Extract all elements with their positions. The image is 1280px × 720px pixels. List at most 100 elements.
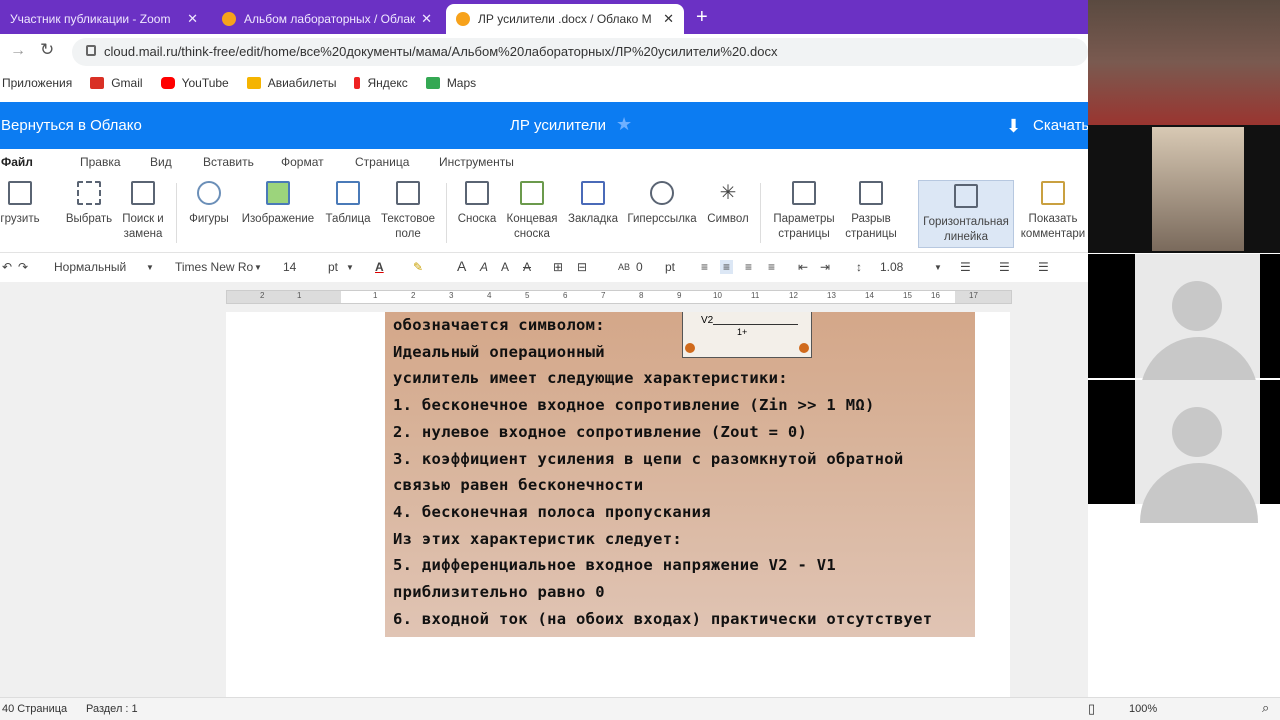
slide-text-line: усилитель имеет следующие характеристики… bbox=[393, 369, 788, 387]
browser-tab-active[interactable]: ЛР усилители .docx / Облако М ✕ bbox=[446, 4, 684, 34]
forward-icon[interactable]: → bbox=[10, 42, 26, 60]
back-to-cloud-link[interactable]: Вернуться в Облако bbox=[1, 117, 142, 134]
zoom-icon[interactable]: ⌕ bbox=[1262, 700, 1269, 716]
undo-icon[interactable]: ↶ bbox=[2, 260, 12, 274]
ribbon-label: Гиперссылка bbox=[627, 213, 697, 225]
style-select[interactable]: Нормальный bbox=[54, 260, 126, 274]
grow-font-icon[interactable]: A bbox=[457, 258, 466, 274]
menu-insert[interactable]: Вставить bbox=[203, 155, 254, 169]
zoom-level[interactable]: 100% bbox=[1129, 703, 1157, 715]
symbol-button[interactable]: ✳ Символ bbox=[704, 181, 752, 227]
bookmark-button[interactable]: Закладка bbox=[566, 181, 620, 227]
font-color-icon[interactable]: A bbox=[375, 260, 384, 274]
embedded-slide-image[interactable]: V2 1+ обозначается символом: Идеальный о… bbox=[385, 312, 975, 637]
document-page[interactable]: V2 1+ обозначается символом: Идеальный о… bbox=[226, 312, 1010, 697]
browser-tab[interactable]: Участник публикации - Zoom ✕ bbox=[0, 4, 208, 34]
line-spacing-select[interactable]: 1.08 bbox=[880, 260, 903, 274]
align-left-icon[interactable]: ≡ bbox=[701, 260, 708, 274]
justify-icon[interactable]: ≡ bbox=[768, 260, 775, 274]
highlight-icon[interactable]: ✎ bbox=[413, 260, 423, 274]
shapes-button[interactable]: Фигуры bbox=[184, 181, 234, 227]
line-spacing-icon: ↕ bbox=[856, 260, 862, 274]
reload-icon[interactable]: ↻ bbox=[40, 40, 54, 60]
browser-tab[interactable]: Альбом лабораторных / Облак ✕ bbox=[212, 4, 442, 34]
menu-edit[interactable]: Правка bbox=[80, 155, 121, 169]
page-settings-button[interactable]: Параметры страницы bbox=[768, 181, 840, 242]
indent-increase-icon[interactable]: ⇥ bbox=[820, 260, 830, 274]
chevron-down-icon[interactable]: ▼ bbox=[254, 263, 262, 272]
font-select[interactable]: Times New Ro bbox=[175, 260, 253, 274]
ribbon-label: Текстовое поле bbox=[381, 213, 435, 240]
clear-format-icon[interactable]: A bbox=[501, 260, 509, 274]
ribbon-label: Показать комментари bbox=[1020, 213, 1086, 240]
tab-title: ЛР усилители .docx / Облако М bbox=[478, 12, 652, 26]
menu-view[interactable]: Вид bbox=[150, 155, 172, 169]
ribbon-label: Концевая сноска bbox=[506, 213, 558, 240]
binoculars-icon bbox=[131, 181, 155, 205]
close-icon[interactable]: ✕ bbox=[187, 11, 198, 27]
horizontal-ruler-button[interactable]: Горизонтальная линейка bbox=[918, 180, 1014, 248]
table-button[interactable]: Таблица bbox=[322, 181, 374, 227]
slide-text-line: 3. коэффициент усиления в цепи с разомкн… bbox=[393, 450, 904, 468]
chevron-down-icon[interactable]: ▼ bbox=[146, 263, 154, 272]
horizontal-ruler[interactable]: 2 1 1 2 3 4 5 6 7 8 9 10 11 12 13 14 15 … bbox=[226, 290, 1012, 304]
menu-file[interactable]: Файл bbox=[1, 155, 33, 169]
ruler-number: 1 bbox=[373, 291, 378, 300]
participant-avatar-tile[interactable] bbox=[1088, 380, 1280, 523]
font-size-input[interactable]: 14 bbox=[283, 260, 296, 274]
chevron-down-icon[interactable]: ▼ bbox=[934, 263, 942, 272]
find-replace-button[interactable]: Поиск и замена bbox=[116, 181, 170, 242]
participant-video-tile[interactable] bbox=[1088, 125, 1280, 253]
redo-icon[interactable]: ↷ bbox=[18, 260, 28, 274]
close-icon[interactable]: ✕ bbox=[663, 11, 674, 27]
menu-format[interactable]: Формат bbox=[281, 155, 324, 169]
bookmark-yandex[interactable]: Яндекс bbox=[354, 76, 408, 90]
superscript-icon[interactable]: ⊞ bbox=[553, 260, 563, 274]
numbered-list-icon[interactable]: ☰ bbox=[999, 260, 1010, 274]
omnibox[interactable]: cloud.mail.ru/think-free/edit/home/все%2… bbox=[72, 38, 1088, 66]
shrink-font-icon[interactable]: A bbox=[480, 260, 488, 274]
footnote-button[interactable]: Сноска bbox=[454, 181, 500, 227]
participant-video-tile[interactable] bbox=[1088, 0, 1280, 125]
menu-page[interactable]: Страница bbox=[355, 155, 409, 169]
bookmark-apps[interactable]: Приложения bbox=[2, 76, 72, 90]
strike-icon[interactable]: A bbox=[523, 260, 531, 274]
align-center-icon[interactable]: ≡ bbox=[720, 260, 734, 274]
upload-button[interactable]: грузить bbox=[0, 181, 44, 227]
endnote-button[interactable]: Концевая сноска bbox=[504, 181, 560, 242]
download-button[interactable]: Скачать bbox=[1033, 117, 1089, 134]
bookmark-label: Авиабилеты bbox=[267, 76, 337, 90]
chevron-down-icon[interactable]: ▼ bbox=[346, 263, 354, 272]
ruler-number: 7 bbox=[601, 291, 606, 300]
document-area[interactable]: V2 1+ обозначается символом: Идеальный о… bbox=[0, 312, 1088, 697]
table-icon bbox=[336, 181, 360, 205]
participant-avatar-tile[interactable] bbox=[1088, 254, 1280, 397]
bookmark-maps[interactable]: Maps bbox=[425, 76, 476, 90]
hyperlink-button[interactable]: Гиперссылка bbox=[626, 181, 698, 227]
schematic-label: 1+ bbox=[737, 327, 748, 337]
bullet-list-icon[interactable]: ☰ bbox=[960, 260, 971, 274]
align-right-icon[interactable]: ≡ bbox=[745, 260, 752, 274]
bookmark-gmail[interactable]: Gmail bbox=[90, 76, 143, 90]
url-text[interactable]: cloud.mail.ru/think-free/edit/home/все%2… bbox=[104, 44, 778, 59]
bookmark-youtube[interactable]: YouTube bbox=[160, 76, 229, 90]
star-icon[interactable]: ★ bbox=[616, 114, 632, 135]
page-break-button[interactable]: Разрыв страницы bbox=[842, 181, 900, 242]
page-count: 40 Страница bbox=[2, 703, 68, 715]
indent-decrease-icon[interactable]: ⇤ bbox=[798, 260, 808, 274]
download-icon[interactable]: ⬇ bbox=[1006, 116, 1021, 137]
subscript-icon[interactable]: ⊟ bbox=[577, 260, 587, 274]
layout-icon[interactable]: ▯ bbox=[1088, 701, 1095, 717]
avatar-head-icon bbox=[1172, 407, 1222, 457]
textbox-button[interactable]: Текстовое поле bbox=[378, 181, 438, 242]
image-button[interactable]: Изображение bbox=[238, 181, 318, 227]
bookmark-aviabilety[interactable]: Авиабилеты bbox=[246, 76, 337, 90]
show-comments-button[interactable]: Показать комментари bbox=[1018, 181, 1088, 242]
new-tab-button[interactable]: + bbox=[696, 6, 708, 29]
char-spacing-input[interactable]: 0 bbox=[636, 260, 643, 274]
menu-tools[interactable]: Инструменты bbox=[439, 155, 514, 169]
close-icon[interactable]: ✕ bbox=[421, 11, 432, 27]
ribbon-toolbar: грузить Выбрать Поиск и замена Фигуры Из… bbox=[0, 175, 1088, 253]
select-button[interactable]: Выбрать bbox=[62, 181, 116, 227]
multilevel-list-icon[interactable]: ☰ bbox=[1038, 260, 1049, 274]
